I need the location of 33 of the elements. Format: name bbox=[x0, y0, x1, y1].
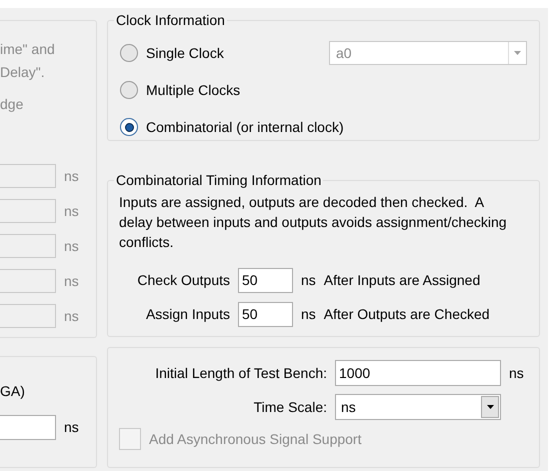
field-note: After Outputs are Checked bbox=[324, 304, 490, 324]
field-label: Time Scale: bbox=[252, 398, 327, 417]
input-field[interactable] bbox=[0, 415, 56, 440]
field-note: After Inputs are Assigned bbox=[324, 270, 480, 290]
time-scale-dropdown[interactable]: ns bbox=[335, 394, 501, 420]
unit-label: ns bbox=[64, 272, 79, 290]
description-text: Inputs are assigned, outputs are decoded then checked. A delay between inputs and outputs avoids assignment/checking conflicts. bbox=[119, 192, 508, 252]
radio-option[interactable]: Combinatorial (or internal clock) bbox=[120, 116, 344, 138]
description-text: dge bbox=[0, 95, 24, 114]
unit-label: ns bbox=[64, 306, 79, 326]
radio-option[interactable]: Single Clock bbox=[120, 42, 224, 64]
caret-icon bbox=[514, 51, 521, 55]
radio-button[interactable] bbox=[120, 44, 138, 62]
radio-option[interactable]: Multiple Clocks bbox=[120, 80, 240, 100]
unit-label: ns bbox=[64, 236, 79, 256]
description-text: Delay". bbox=[0, 63, 46, 82]
field-label: Check Outputs bbox=[136, 270, 230, 290]
unit-label: ns bbox=[301, 270, 316, 290]
unit-label: ns bbox=[64, 202, 79, 220]
field-label: Initial Length of Test Bench: bbox=[154, 364, 327, 383]
input-field[interactable]: 1000 bbox=[335, 360, 501, 386]
caret-icon bbox=[486, 405, 494, 410]
option-label: GA) bbox=[0, 382, 26, 401]
radio-button[interactable] bbox=[120, 118, 138, 136]
unit-label: ns bbox=[64, 166, 79, 186]
unit-label: ns bbox=[509, 364, 524, 383]
description-text: ime" and bbox=[0, 40, 56, 59]
radio-button[interactable] bbox=[120, 81, 138, 99]
input-field[interactable]: 50 bbox=[238, 268, 293, 293]
unit-label: ns bbox=[301, 304, 316, 324]
field-label: Assign Inputs bbox=[144, 304, 230, 324]
unit-label: ns bbox=[64, 418, 79, 437]
input-field[interactable]: 50 bbox=[238, 302, 293, 327]
